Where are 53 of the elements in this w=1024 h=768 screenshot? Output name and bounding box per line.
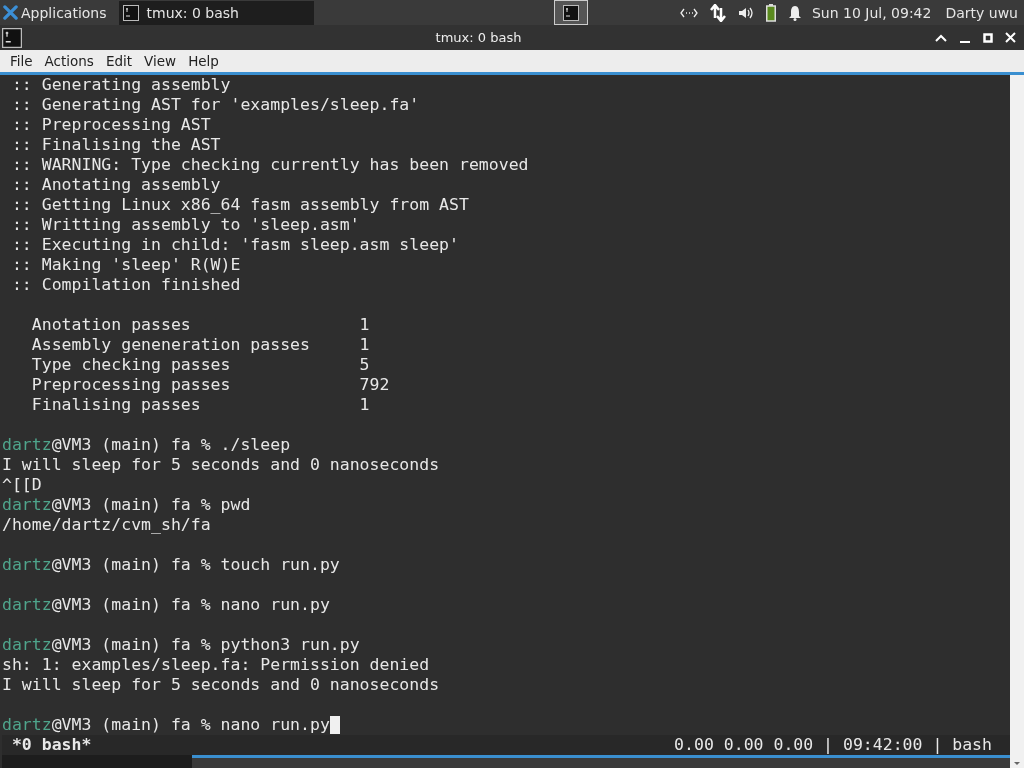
output-line: :: Anotating assembly: [10, 175, 221, 195]
output-line: :: Writting assembly to 'sleep.asm': [10, 215, 360, 235]
shade-icon[interactable]: [935, 33, 947, 42]
menu-item[interactable]: File: [4, 50, 39, 72]
menu-item[interactable]: Edit: [99, 50, 139, 72]
battery-icon[interactable]: [765, 3, 776, 22]
volume-icon[interactable]: [737, 5, 754, 20]
output-line: sh: 1: examples/sleep.fa: Permission denied: [2, 655, 430, 675]
menu-item[interactable]: View: [138, 50, 183, 72]
prompt-line: dartz@VM3 (main) fa % ./sleep: [2, 435, 291, 455]
transfer-icon[interactable]: [709, 3, 726, 22]
bell-icon[interactable]: [787, 4, 802, 21]
output-line: :: Preprocessing AST: [10, 115, 211, 135]
output-line: Assembly geneneration passes 1: [30, 335, 370, 355]
workspace-button[interactable]: [553, 0, 588, 25]
tmux-status-info: 0.00 0.00 0.00 | 09:42:00 | bash: [674, 735, 992, 755]
network-icon[interactable]: [679, 7, 698, 18]
output-line: Type checking passes 5: [30, 355, 370, 375]
window-title: tmux: 0 bash: [435, 30, 522, 45]
output-line: Anotation passes 1: [30, 315, 370, 335]
output-line: :: Compilation finished: [10, 275, 241, 295]
prompt-line: dartz@VM3 (main) fa % nano run.py: [2, 715, 330, 735]
tmux-window-label: *0 bash*: [10, 735, 92, 755]
output-line: ^[[D: [2, 475, 42, 495]
output-line: I will sleep for 5 seconds and 0 nanoseconds: [2, 455, 440, 475]
prompt-line: dartz@VM3 (main) fa % pwd: [2, 495, 251, 515]
close-icon[interactable]: [1005, 32, 1016, 43]
output-line: I will sleep for 5 seconds and 0 nanoseconds: [2, 675, 440, 695]
prompt-line: dartz@VM3 (main) fa % nano run.py: [2, 595, 330, 615]
prompt-line: dartz@VM3 (main) fa % touch run.py: [2, 555, 340, 575]
terminal-icon: [562, 4, 579, 21]
x-logo-icon: [3, 5, 18, 20]
output-line: Preprocessing passes 792: [30, 375, 390, 395]
menu-item[interactable]: Actions: [38, 50, 100, 72]
terminal-icon: [122, 4, 139, 21]
output-line: :: Executing in child: 'fasm sleep.asm sleep': [10, 235, 459, 255]
clock[interactable]: Sun 10 Jul, 09:42: [811, 4, 932, 21]
output-line: /home/dartz/cvm_sh/fa: [2, 515, 211, 535]
output-line: :: Getting Linux x86_64 fasm assembly from AST: [10, 195, 469, 215]
output-line: :: WARNING: Type checking currently has been removed: [10, 155, 529, 175]
scrollbar[interactable]: [1010, 75, 1024, 768]
terminal-icon: [2, 27, 22, 48]
taskbar-button[interactable]: tmux: 0 bash: [118, 0, 314, 25]
output-line: :: Generating assembly: [10, 75, 231, 95]
output-line: :: Making 'sleep' R(W)E: [10, 255, 241, 275]
prompt-line: dartz@VM3 (main) fa % python3 run.py: [2, 635, 360, 655]
maximize-icon[interactable]: [983, 32, 993, 43]
output-line: :: Finalising the AST: [10, 135, 221, 155]
applications-menu[interactable]: Applications: [0, 0, 111, 25]
output-line: Finalising passes 1: [30, 395, 370, 415]
user-name[interactable]: Darty uwu: [945, 4, 1018, 21]
menu-item[interactable]: Help: [182, 50, 225, 72]
output-line: :: Generating AST for 'examples/sleep.fa': [10, 95, 420, 115]
